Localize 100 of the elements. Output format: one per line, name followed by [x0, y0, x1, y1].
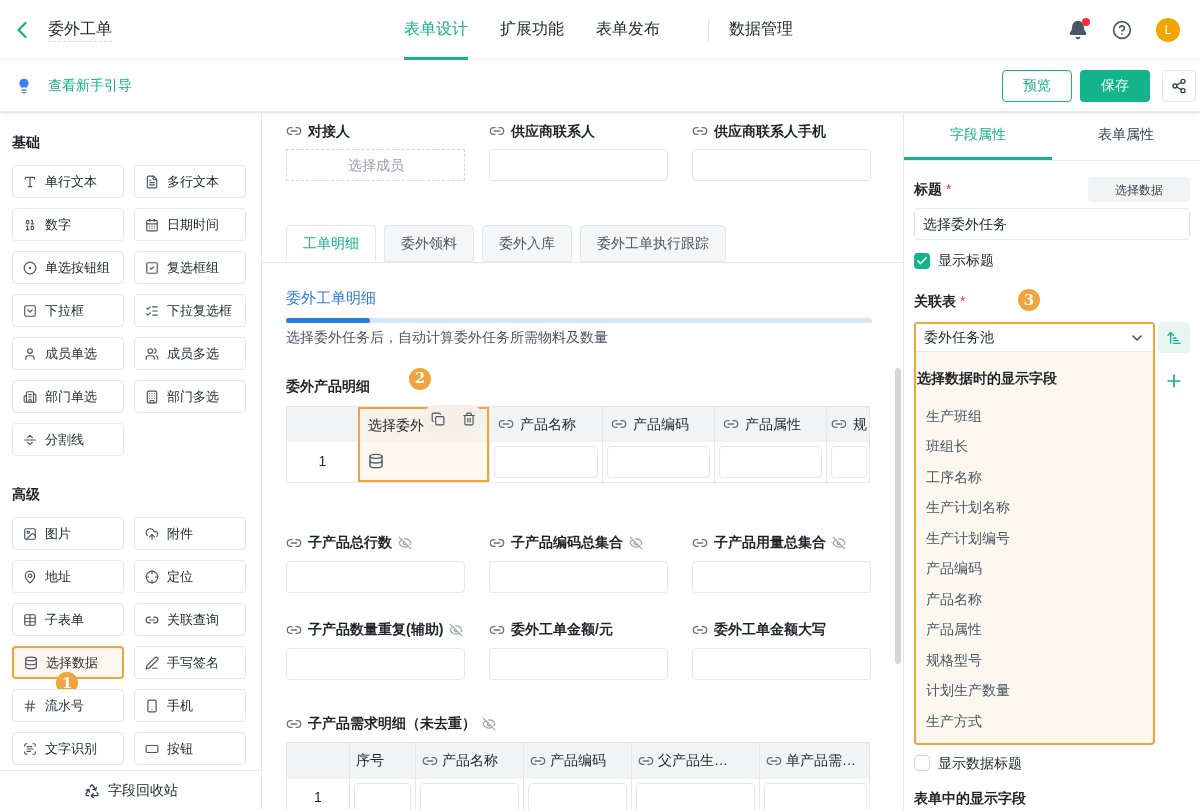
component-item[interactable]: 成员单选 — [12, 337, 124, 370]
display-field-item[interactable]: 生产计划名称 — [916, 492, 1153, 523]
nav-tab[interactable]: 表单发布 — [596, 0, 660, 60]
component-item[interactable]: 关联查询 — [134, 603, 246, 636]
field-label: 子产品需求明细（未去重） — [308, 714, 476, 733]
component-item[interactable]: 成员多选 — [134, 337, 246, 370]
property-label: 标题 — [914, 180, 942, 199]
field-label: 供应商联系人 — [511, 121, 595, 141]
nav-tab[interactable]: 扩展功能 — [500, 0, 564, 60]
display-field-item[interactable]: 规格型号 — [916, 645, 1153, 676]
table-input[interactable] — [528, 782, 627, 810]
display-field-item[interactable]: 生产方式 — [916, 706, 1153, 737]
field-label: 委外工单金额/元 — [511, 620, 613, 639]
table-input[interactable] — [420, 782, 519, 810]
display-field-item[interactable]: 生产计划编号 — [916, 523, 1153, 554]
display-field-item[interactable]: 生产班组 — [916, 401, 1153, 432]
table-input[interactable] — [764, 782, 867, 810]
table-select[interactable]: 委外任务池 — [916, 324, 1153, 352]
sort-button[interactable] — [1158, 322, 1190, 353]
table-input[interactable] — [494, 445, 598, 478]
input-field[interactable] — [692, 647, 871, 680]
component-item[interactable]: 手机 — [134, 689, 246, 722]
component-item[interactable]: 单选按钮组 — [12, 251, 124, 284]
component-item[interactable]: 日期时间 — [134, 208, 246, 241]
component-item[interactable]: 定位 — [134, 560, 246, 593]
required-mark: * — [946, 180, 952, 199]
database-icon — [368, 452, 384, 469]
building-icon — [23, 389, 37, 404]
form-tab[interactable]: 委外领料 — [384, 225, 474, 262]
display-field-item[interactable]: 产品属性 — [916, 614, 1153, 645]
component-item[interactable]: 按钮 — [134, 732, 246, 765]
input-field[interactable] — [692, 149, 871, 181]
table-input[interactable] — [636, 782, 755, 810]
upload-icon — [145, 526, 159, 541]
display-field-item[interactable]: 计划生产数量 — [916, 675, 1153, 706]
row-number: 1 — [313, 787, 323, 807]
column-header: 父产品生… — [631, 742, 759, 779]
number-icon — [23, 217, 37, 232]
property-tab[interactable]: 表单属性 — [1052, 112, 1200, 160]
input-field[interactable] — [286, 560, 465, 593]
display-field-item[interactable]: 产品编码 — [916, 553, 1153, 584]
user-icon — [23, 346, 37, 361]
select-data-button[interactable]: 选择数据 — [1088, 177, 1190, 202]
checkbox[interactable] — [914, 252, 930, 269]
title-input[interactable]: 选择委外任务 — [914, 208, 1190, 240]
column-header: 规 — [826, 406, 869, 442]
map-pin-icon — [23, 569, 37, 584]
component-item[interactable]: 分割线 — [12, 423, 124, 456]
display-field-item[interactable]: 班组长 — [916, 431, 1153, 462]
recycle-bin-button[interactable]: 字段回收站 — [0, 770, 261, 810]
divider-icon — [23, 432, 37, 447]
sort-icon — [1166, 329, 1182, 346]
input-field[interactable] — [489, 149, 668, 181]
input-field[interactable] — [489, 560, 668, 593]
crosshair-icon — [145, 569, 159, 584]
display-field-item[interactable]: 产品名称 — [916, 584, 1153, 615]
subtable-title: 委外产品明细 — [286, 377, 370, 394]
form-tab[interactable]: 委外工单执行跟踪 — [580, 225, 726, 262]
bell-icon[interactable] — [1068, 19, 1088, 40]
component-item[interactable]: 单行文本 — [12, 165, 124, 198]
display-field-item[interactable]: 工序名称 — [916, 462, 1153, 493]
table-input[interactable] — [607, 445, 710, 478]
database-icon — [24, 655, 38, 670]
copy-icon[interactable] — [430, 412, 445, 426]
nav-tab[interactable]: 数据管理 — [729, 0, 793, 60]
component-item[interactable]: 部门单选 — [12, 380, 124, 413]
pen-icon — [145, 655, 159, 670]
component-item[interactable]: 部门多选 — [134, 380, 246, 413]
component-item[interactable]: 文字识别 — [12, 732, 124, 765]
component-item[interactable]: 附件 — [134, 517, 246, 550]
help-icon[interactable] — [1112, 19, 1132, 40]
table-input[interactable] — [831, 445, 867, 478]
scrollbar[interactable] — [895, 368, 901, 664]
column-header: 产品编码 — [523, 742, 631, 779]
checkbox[interactable] — [914, 755, 930, 771]
form-tab[interactable]: 委外入库 — [482, 225, 572, 262]
table-input[interactable] — [719, 445, 822, 478]
component-item[interactable]: 流水号 — [12, 689, 124, 722]
table-input[interactable] — [354, 782, 411, 810]
component-item[interactable]: 地址 — [12, 560, 124, 593]
recycle-icon — [83, 782, 100, 799]
input-field[interactable] — [286, 647, 465, 680]
component-item[interactable]: 下拉框 — [12, 294, 124, 327]
component-item[interactable]: 手写签名 — [134, 646, 246, 679]
image-icon — [23, 526, 37, 541]
component-item[interactable]: 子表单 — [12, 603, 124, 636]
trash-icon[interactable] — [461, 412, 476, 426]
component-item[interactable]: 复选框组 — [134, 251, 246, 284]
component-item[interactable]: 多行文本 — [134, 165, 246, 198]
component-item[interactable]: 图片 — [12, 517, 124, 550]
component-item[interactable]: 下拉复选框 — [134, 294, 246, 327]
field-label: 委外工单金额大写 — [714, 620, 826, 639]
column-header: 产品名称 — [489, 406, 602, 442]
input-field[interactable] — [692, 560, 871, 593]
section-heading: 基础 — [12, 133, 41, 152]
radio-icon — [23, 260, 37, 275]
component-item[interactable]: 数字 — [12, 208, 124, 241]
share-button[interactable] — [1162, 69, 1196, 102]
column-header: 单产品需… — [759, 742, 869, 779]
input-field[interactable] — [489, 647, 668, 680]
